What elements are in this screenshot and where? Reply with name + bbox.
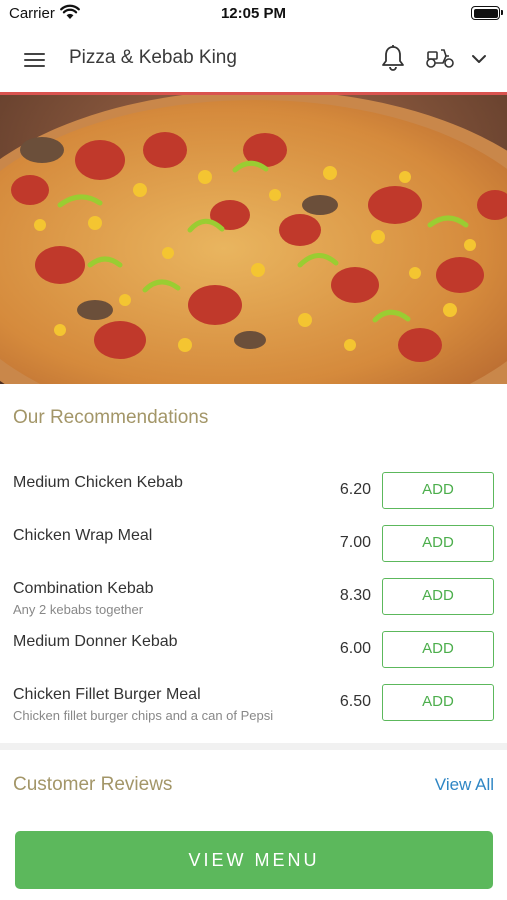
item-price: 6.20 (339, 481, 371, 498)
add-button[interactable]: ADD (382, 525, 494, 562)
item-description: Any 2 kebabs together (13, 602, 144, 617)
bell-icon[interactable] (380, 44, 406, 72)
item-price: 6.00 (339, 640, 371, 657)
list-item: Combination Kebab Any 2 kebabs together … (0, 570, 507, 623)
item-name: Combination Kebab (13, 580, 154, 597)
store-name: Pizza & Kebab King (69, 47, 237, 68)
recommendations-title: Our Recommendations (13, 407, 209, 428)
clock: 12:05 PM (220, 5, 287, 22)
view-all-link[interactable]: View All (435, 775, 494, 795)
item-price: 7.00 (339, 534, 371, 551)
item-name: Chicken Fillet Burger Meal (13, 686, 201, 703)
add-button[interactable]: ADD (382, 631, 494, 668)
item-price: 6.50 (339, 693, 371, 710)
item-name: Medium Chicken Kebab (13, 474, 183, 491)
list-item: Medium Donner Kebab 6.00 ADD (0, 623, 507, 676)
list-item: Medium Chicken Kebab 6.20 ADD (0, 464, 507, 517)
top-navbar: Pizza & Kebab King (0, 28, 507, 92)
scooter-icon[interactable] (425, 46, 455, 70)
item-price: 8.30 (339, 587, 371, 604)
item-name: Chicken Wrap Meal (13, 527, 153, 544)
view-menu-button[interactable]: VIEW MENU (15, 831, 493, 889)
item-name: Medium Donner Kebab (13, 633, 178, 650)
pizza-illustration (0, 95, 507, 384)
reviews-title: Customer Reviews (13, 774, 173, 795)
add-button[interactable]: ADD (382, 684, 494, 721)
section-divider (0, 743, 507, 750)
battery-icon (471, 6, 503, 20)
recommendations-list: Medium Chicken Kebab 6.20 ADD Chicken Wr… (0, 464, 507, 729)
pizza-photo (0, 95, 507, 384)
hamburger-icon[interactable] (22, 49, 48, 71)
item-description: Chicken fillet burger chips and a can of… (13, 708, 274, 723)
chevron-down-icon[interactable] (470, 50, 488, 68)
add-button[interactable]: ADD (382, 578, 494, 615)
list-item: Chicken Wrap Meal 7.00 ADD (0, 517, 507, 570)
list-item: Chicken Fillet Burger Meal Chicken fille… (0, 676, 507, 729)
status-bar: Carrier 12:05 PM (0, 0, 507, 28)
add-button[interactable]: ADD (382, 472, 494, 509)
